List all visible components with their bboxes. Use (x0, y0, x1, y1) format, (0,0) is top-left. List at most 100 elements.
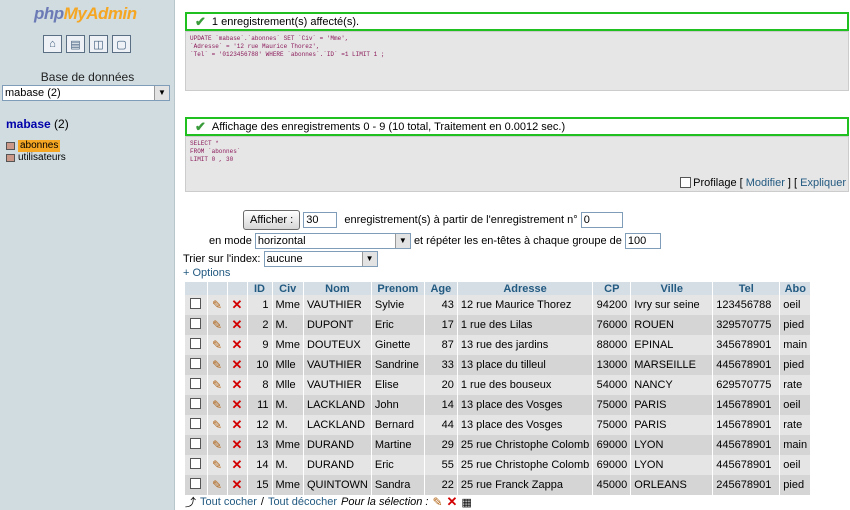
row-checkbox[interactable] (190, 438, 202, 449)
export-selected-icon[interactable]: ▦ (461, 496, 471, 509)
repeat-headers-input[interactable]: 100 (624, 233, 661, 249)
row-checkbox[interactable] (190, 338, 202, 349)
uncheck-all-link[interactable]: Tout décocher (268, 496, 337, 508)
cell-cp: 75000 (592, 395, 632, 415)
edit-pencil-icon[interactable]: ✎ (212, 478, 222, 492)
delete-x-icon[interactable]: ✕ (232, 297, 243, 312)
sql-query-box-select: SELECT * FROM `abonnes` LIMIT 0 , 30 Pro… (185, 136, 849, 192)
table-row[interactable]: ✎ ✕ 13 Mme DURAND Martine 29 25 rue Christophe … (185, 435, 812, 455)
cell-prenom: Eric (371, 455, 425, 475)
edit-selected-icon[interactable]: ✎ (432, 495, 442, 509)
delete-x-icon[interactable]: ✕ (232, 317, 243, 332)
edit-pencil-icon[interactable]: ✎ (212, 398, 222, 412)
edit-pencil-icon[interactable]: ✎ (212, 358, 222, 372)
database-select[interactable]: mabase (2) ▼ (2, 85, 170, 101)
column-header-cp[interactable]: CP (592, 282, 632, 295)
row-checkbox[interactable] (190, 378, 202, 389)
row-checkbox[interactable] (190, 318, 202, 329)
header-edit (207, 282, 228, 295)
table-row[interactable]: ✎ ✕ 12 M. LACKLAND Bernard 44 13 place des Vosg… (185, 415, 812, 435)
table-row[interactable]: ✎ ✕ 9 Mme DOUTEUX Ginette 87 13 rue des jardins… (185, 335, 812, 355)
sort-controls: Trier sur l'index: aucune ▼ (183, 251, 378, 267)
row-checkbox[interactable] (190, 358, 202, 369)
documentation-icon[interactable]: ▢ (112, 35, 131, 53)
edit-pencil-icon[interactable]: ✎ (212, 318, 222, 332)
cell-civ: M. (272, 395, 304, 415)
delete-x-icon[interactable]: ✕ (232, 337, 243, 352)
edit-pencil-icon[interactable]: ✎ (212, 458, 222, 472)
arrow-up-icon: ⤴ (185, 497, 196, 509)
row-checkbox[interactable] (190, 398, 202, 409)
cell-nom: DURAND (303, 455, 372, 475)
edit-pencil-icon[interactable]: ✎ (212, 418, 222, 432)
expliquer-link[interactable]: Expliquer (800, 177, 846, 189)
afficher-button[interactable]: Afficher : (243, 210, 301, 230)
checkmark-icon: ✔ (195, 13, 206, 29)
column-header-abo[interactable]: Abo (779, 282, 812, 295)
current-database[interactable]: mabase (2) (6, 117, 69, 131)
cell-cp: 69000 (592, 435, 632, 455)
table-list-item-utilisateurs[interactable]: utilisateurs (6, 152, 66, 164)
start-record-input[interactable]: 0 (580, 212, 623, 228)
cell-id: 2 (247, 315, 273, 335)
table-row[interactable]: ✎ ✕ 10 Mlle VAUTHIER Sandrine 33 13 place du ti… (185, 355, 812, 375)
table-list-item-abonnes[interactable]: abonnes (6, 140, 66, 152)
row-checkbox[interactable] (190, 418, 202, 429)
table-row[interactable]: ✎ ✕ 15 Mme QUINTOWN Sandra 22 25 rue Franck Zap… (185, 475, 812, 495)
cell-ville: MARSEILLE (630, 355, 714, 375)
query-window-icon[interactable]: ◫ (89, 35, 108, 53)
cell-abo: pied (779, 315, 812, 335)
delete-x-icon[interactable]: ✕ (232, 417, 243, 432)
column-header-tel[interactable]: Tel (712, 282, 781, 295)
column-header-adresse[interactable]: Adresse (457, 282, 594, 295)
row-checkbox[interactable] (190, 478, 202, 489)
column-header-id[interactable]: ID (247, 282, 273, 295)
cell-tel: 329570775 (712, 315, 781, 335)
rows-count-input[interactable]: 30 (303, 212, 338, 228)
column-header-prenom[interactable]: Prenom (371, 282, 425, 295)
column-header-age[interactable]: Age (424, 282, 458, 295)
home-icon[interactable]: ⌂ (43, 35, 62, 53)
row-edit-cell: ✎ (207, 375, 228, 395)
row-checkbox[interactable] (190, 458, 202, 469)
row-checkbox[interactable] (190, 298, 202, 309)
delete-x-icon[interactable]: ✕ (232, 357, 243, 372)
modifier-link[interactable]: Modifier (746, 177, 785, 189)
logo-text-php: php (34, 4, 64, 23)
table-row[interactable]: ✎ ✕ 2 M. DUPONT Eric 17 1 rue des Lilas 76000 ROU… (185, 315, 812, 335)
delete-x-icon[interactable]: ✕ (232, 437, 243, 452)
column-header-ville[interactable]: Ville (630, 282, 714, 295)
row-delete-cell: ✕ (227, 395, 248, 415)
edit-pencil-icon[interactable]: ✎ (212, 438, 222, 452)
options-link[interactable]: + Options (183, 267, 230, 279)
display-mode-select[interactable]: horizontal ▼ (254, 233, 411, 249)
edit-pencil-icon[interactable]: ✎ (212, 378, 222, 392)
sql-line: SELECT * (190, 140, 219, 147)
column-header-civ[interactable]: Civ (272, 282, 304, 295)
column-header-nom[interactable]: Nom (303, 282, 372, 295)
table-row[interactable]: ✎ ✕ 8 Mlle VAUTHIER Elise 20 1 rue des bouseux 5… (185, 375, 812, 395)
cell-prenom: Ginette (371, 335, 425, 355)
cell-nom: LACKLAND (303, 415, 372, 435)
sql-query-icon[interactable]: ▤ (66, 35, 85, 53)
table-row[interactable]: ✎ ✕ 11 M. LACKLAND John 14 13 place des Vosges 7… (185, 395, 812, 415)
sort-index-select[interactable]: aucune ▼ (263, 251, 378, 267)
delete-x-icon[interactable]: ✕ (232, 397, 243, 412)
delete-x-icon[interactable]: ✕ (232, 377, 243, 392)
phpmyadmin-logo[interactable]: phpMyAdmin (34, 4, 137, 24)
cell-ville: ORLEANS (630, 475, 714, 495)
cell-adresse: 12 rue Maurice Thorez (457, 295, 594, 315)
table-row[interactable]: ✎ ✕ 14 M. DURAND Eric 55 25 rue Christophe Colo… (185, 455, 812, 475)
delete-x-icon[interactable]: ✕ (232, 457, 243, 472)
table-row[interactable]: ✎ ✕ 1 Mme VAUTHIER Sylvie 43 12 rue Maurice Tho… (185, 295, 812, 315)
cell-ville: NANCY (630, 375, 714, 395)
delete-x-icon[interactable]: ✕ (232, 477, 243, 492)
header-select (185, 282, 208, 295)
edit-pencil-icon[interactable]: ✎ (212, 298, 222, 312)
delete-selected-icon[interactable]: ✕ (447, 494, 458, 510)
table-icon (6, 154, 15, 162)
cell-id: 1 (247, 295, 273, 315)
check-all-link[interactable]: Tout cocher (200, 496, 257, 508)
edit-pencil-icon[interactable]: ✎ (212, 338, 222, 352)
profilage-checkbox[interactable] (680, 177, 692, 188)
